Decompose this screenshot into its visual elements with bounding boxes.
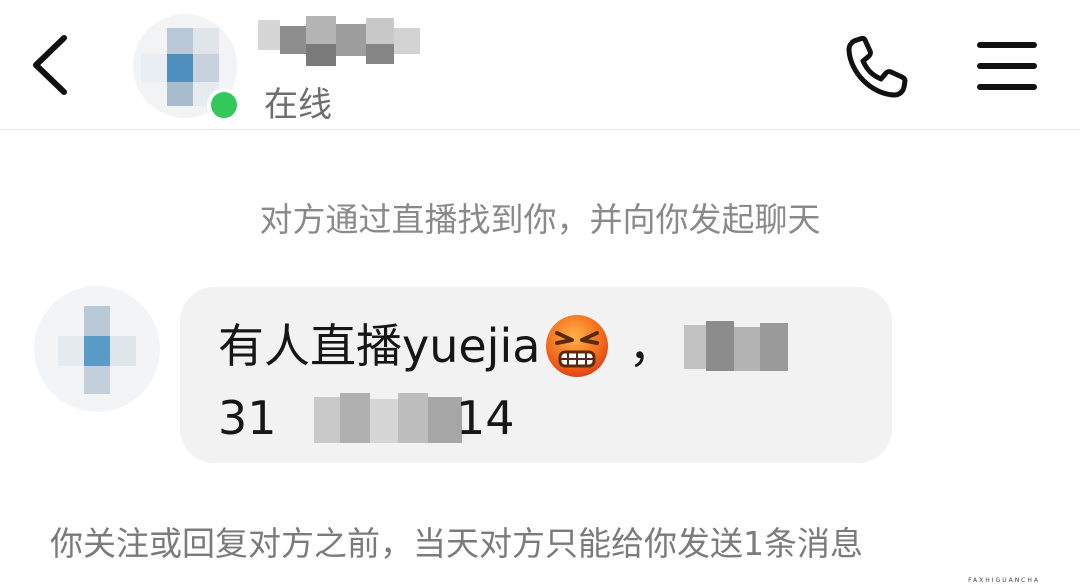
redaction-block [684,325,706,369]
avatar-pixel [167,82,193,106]
message-bubble[interactable]: 有人直播yuejia ， 31 14 [180,287,892,463]
message-line-1: 有人直播yuejia ， [218,313,674,379]
online-status-dot [207,88,241,122]
avatar-pixel [110,336,136,366]
message-limit-notice: 你关注或回复对方之前，当天对方只能给你发送1条消息 [50,524,863,563]
redaction-block [398,393,428,443]
system-notice: 对方通过直播找到你，并向你发起聊天 [259,200,821,239]
avatar-pixel [141,54,167,82]
chat-header: 在线 [0,0,1080,130]
phone-number-suffix: 14 [456,391,515,445]
avatar-pixel [193,28,219,54]
redaction-block [306,44,336,66]
avatar-pixel [84,306,110,336]
message-text: 有人直播yuejia [218,319,541,373]
redaction-block [258,20,280,50]
phone-icon [846,35,908,98]
more-menu-button[interactable] [976,40,1038,92]
message-punctuation: ， [628,319,675,373]
redaction-block [336,24,366,56]
redaction-block [706,321,734,371]
redaction-block [366,44,394,64]
redaction-block [306,16,336,46]
hamburger-menu-icon [977,42,1037,90]
avatar-pixel [84,366,110,394]
sender-avatar[interactable] [34,286,160,412]
avatar-pixel [167,54,193,82]
chevron-left-icon [33,35,67,95]
avatar-pixel [58,336,84,366]
avatar-pixel [167,28,193,54]
back-button[interactable] [26,30,82,100]
redacted-text-block [684,321,788,377]
redaction-block [760,323,788,371]
redaction-block [394,28,420,54]
angry-face-emoji-icon [546,315,609,377]
redacted-number-block [314,393,462,447]
online-status-label: 在线 [264,85,332,125]
contact-name-redacted [258,14,428,74]
redaction-block [370,399,398,443]
redaction-block [340,393,370,443]
avatar-pixel [193,54,219,82]
watermark: FAXHIGUANCHA [968,577,1040,584]
chat-screen: 在线 对方通过直播找到你，并向你发起聊天 有人直播yuejia ， 31 14 … [0,0,1080,584]
phone-number-prefix: 31 [218,391,277,445]
redaction-block [366,18,394,46]
redaction-block [314,397,340,443]
redaction-block [280,26,306,54]
redaction-block [734,327,760,371]
avatar-pixel [84,336,110,366]
voice-call-button[interactable] [842,34,912,102]
